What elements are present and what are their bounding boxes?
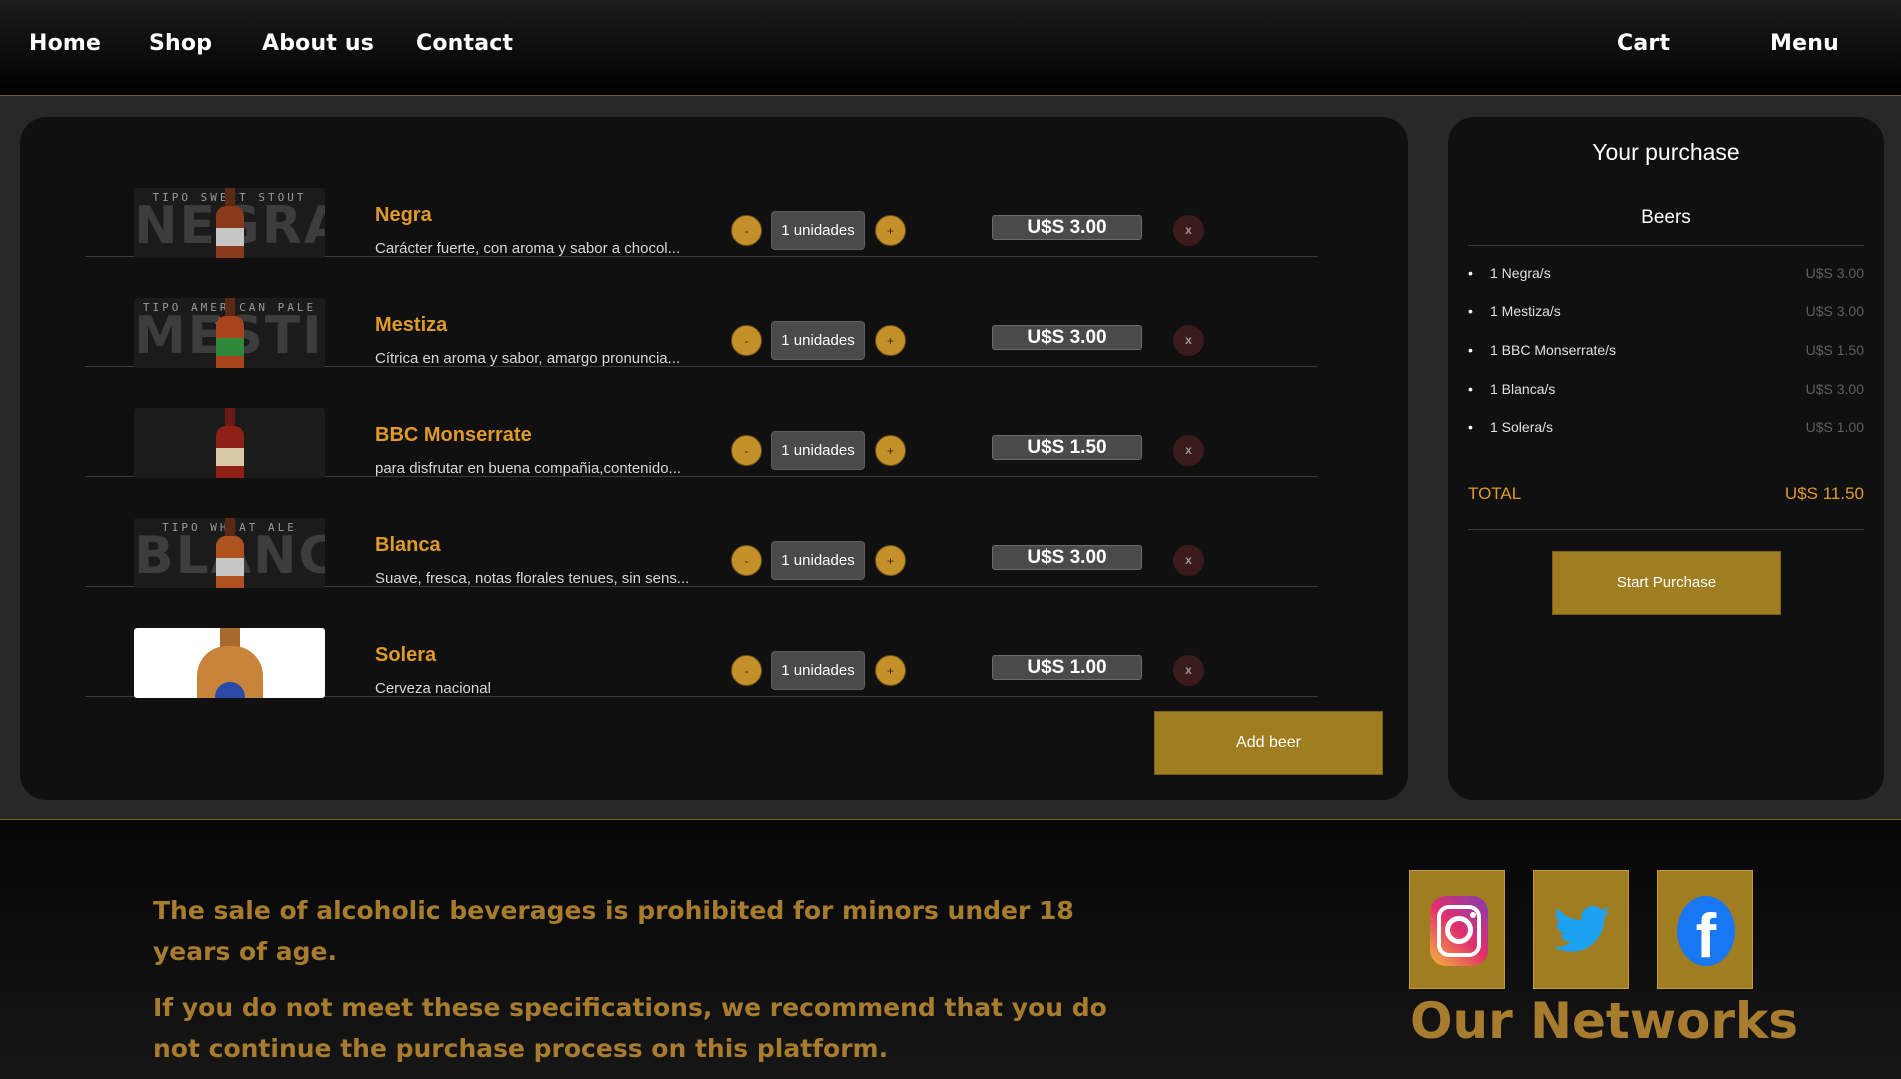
- total-value: U$S 11.50: [1784, 484, 1864, 503]
- cart-item: TIPO SWEET STOUT NEGRA Negra Carácter fu…: [85, 147, 1318, 258]
- beer-thumbnail: TIPO SWEET STOUT NEGRA: [134, 188, 325, 258]
- divider: [1468, 245, 1864, 246]
- item-price: U$S 1.50: [992, 435, 1142, 460]
- our-networks-heading: Our Networks: [1410, 992, 1799, 1050]
- list-bullet: •: [1468, 303, 1473, 319]
- item-name: Mestiza: [375, 314, 448, 336]
- item-description: Suave, fresca, notas florales tenues, si…: [375, 570, 690, 587]
- cart-item: TIPO WHEAT ALE BLANCA Blanca Suave, fres…: [85, 477, 1318, 588]
- purchase-summary-panel: Your purchase Beers • 1 Negra/s U$S 3.00…: [1448, 117, 1884, 800]
- remove-item-button[interactable]: x: [1173, 435, 1204, 466]
- decrease-quantity-button[interactable]: -: [731, 655, 762, 686]
- cart-item: Solera Cerveza nacional - 1 unidades + U…: [85, 587, 1318, 698]
- summary-line: • 1 Mestiza/s U$S 3.00: [1468, 303, 1864, 323]
- summary-line-name: 1 Mestiza/s: [1490, 303, 1561, 319]
- summary-title: Your purchase: [1592, 139, 1740, 165]
- increase-quantity-button[interactable]: +: [875, 655, 906, 686]
- cart-item: TIPO AMERICAN PALE ALE MESTIZA Mestiza C…: [85, 257, 1318, 368]
- increase-quantity-button[interactable]: +: [875, 215, 906, 246]
- remove-item-button[interactable]: x: [1173, 215, 1204, 246]
- remove-item-button[interactable]: x: [1173, 545, 1204, 576]
- quantity-field[interactable]: 1 unidades: [771, 651, 865, 690]
- bottle-image: [214, 408, 246, 478]
- item-name: Blanca: [375, 534, 441, 556]
- item-name: Negra: [375, 204, 432, 226]
- increase-quantity-button[interactable]: +: [875, 435, 906, 466]
- decrease-quantity-button[interactable]: -: [731, 435, 762, 466]
- summary-line: • 1 Solera/s U$S 1.00: [1468, 419, 1864, 439]
- beer-thumbnail: TIPO AMERICAN PALE ALE MESTIZA: [134, 298, 325, 368]
- item-description: Cerveza nacional: [375, 680, 491, 697]
- summary-line-amount: U$S 3.00: [1805, 381, 1864, 397]
- item-price: U$S 3.00: [992, 545, 1142, 570]
- nav-contact[interactable]: Contact: [416, 31, 513, 56]
- instagram-icon: [1430, 896, 1488, 966]
- list-bullet: •: [1468, 342, 1473, 358]
- summary-line-name: 1 Blanca/s: [1490, 381, 1556, 397]
- item-name: BBC Monserrate: [375, 424, 532, 446]
- summary-line: • 1 BBC Monserrate/s U$S 1.50: [1468, 342, 1864, 362]
- item-price: U$S 3.00: [992, 325, 1142, 350]
- decrease-quantity-button[interactable]: -: [731, 325, 762, 356]
- summary-line-amount: U$S 3.00: [1805, 303, 1864, 319]
- bottle-image: [214, 298, 246, 368]
- top-navbar: Home Shop About us Contact Cart Menu: [0, 0, 1901, 96]
- beer-thumbnail: [134, 628, 325, 698]
- twitter-icon: [1553, 906, 1611, 952]
- total-label: TOTAL: [1468, 484, 1522, 503]
- nav-cart[interactable]: Cart: [1617, 31, 1670, 56]
- item-price: U$S 3.00: [992, 215, 1142, 240]
- decrease-quantity-button[interactable]: -: [731, 215, 762, 246]
- summary-subtitle: Beers: [1641, 207, 1691, 228]
- item-price: U$S 1.00: [992, 655, 1142, 680]
- remove-item-button[interactable]: x: [1173, 325, 1204, 356]
- list-bullet: •: [1468, 265, 1473, 281]
- bottle-image: [214, 188, 246, 258]
- item-description: Carácter fuerte, con aroma y sabor a cho…: [375, 240, 681, 257]
- nav-menu[interactable]: Menu: [1770, 31, 1839, 56]
- item-description: para disfrutar en buena compañia,conteni…: [375, 460, 682, 477]
- cart-item: BBC Monserrate para disfrutar en buena c…: [85, 367, 1318, 478]
- increase-quantity-button[interactable]: +: [875, 325, 906, 356]
- quantity-field[interactable]: 1 unidades: [771, 541, 865, 580]
- nav-about-us[interactable]: About us: [262, 31, 374, 56]
- decrease-quantity-button[interactable]: -: [731, 545, 762, 576]
- summary-line-name: 1 Solera/s: [1490, 419, 1554, 435]
- list-bullet: •: [1468, 381, 1473, 397]
- summary-line-amount: U$S 1.50: [1805, 342, 1864, 358]
- cart-panel: TIPO SWEET STOUT NEGRA Negra Carácter fu…: [20, 117, 1408, 800]
- start-purchase-button[interactable]: Start Purchase: [1552, 551, 1781, 615]
- summary-line-amount: U$S 3.00: [1805, 265, 1864, 281]
- nav-shop[interactable]: Shop: [149, 31, 212, 56]
- facebook-link[interactable]: f: [1657, 870, 1753, 989]
- twitter-link[interactable]: [1533, 870, 1629, 989]
- beer-thumbnail: [134, 408, 325, 478]
- quantity-field[interactable]: 1 unidades: [771, 321, 865, 360]
- remove-item-button[interactable]: x: [1173, 655, 1204, 686]
- bottle-image: [214, 518, 246, 588]
- summary-line-amount: U$S 1.00: [1805, 419, 1864, 435]
- quantity-field[interactable]: 1 unidades: [771, 211, 865, 250]
- recommendation-text: If you do not meet these specifications,…: [153, 993, 1107, 1063]
- summary-line: • 1 Blanca/s U$S 3.00: [1468, 381, 1864, 401]
- add-beer-button[interactable]: Add beer: [1154, 711, 1383, 775]
- age-warning-text: The sale of alcoholic beverages is prohi…: [153, 896, 1074, 966]
- item-name: Solera: [375, 644, 437, 666]
- increase-quantity-button[interactable]: +: [875, 545, 906, 576]
- facebook-icon: f: [1677, 896, 1735, 966]
- beer-thumbnail: TIPO WHEAT ALE BLANCA: [134, 518, 325, 588]
- divider: [1468, 529, 1864, 530]
- instagram-link[interactable]: [1409, 870, 1505, 989]
- quantity-field[interactable]: 1 unidades: [771, 431, 865, 470]
- bottle-image: [197, 628, 263, 698]
- list-bullet: •: [1468, 419, 1473, 435]
- summary-line: • 1 Negra/s U$S 3.00: [1468, 265, 1864, 285]
- footer: The sale of alcoholic beverages is prohi…: [0, 819, 1901, 1079]
- item-description: Cítrica en aroma y sabor, amargo pronunc…: [375, 350, 681, 367]
- summary-line-name: 1 BBC Monserrate/s: [1490, 342, 1617, 358]
- nav-home[interactable]: Home: [29, 31, 101, 56]
- summary-line-name: 1 Negra/s: [1490, 265, 1551, 281]
